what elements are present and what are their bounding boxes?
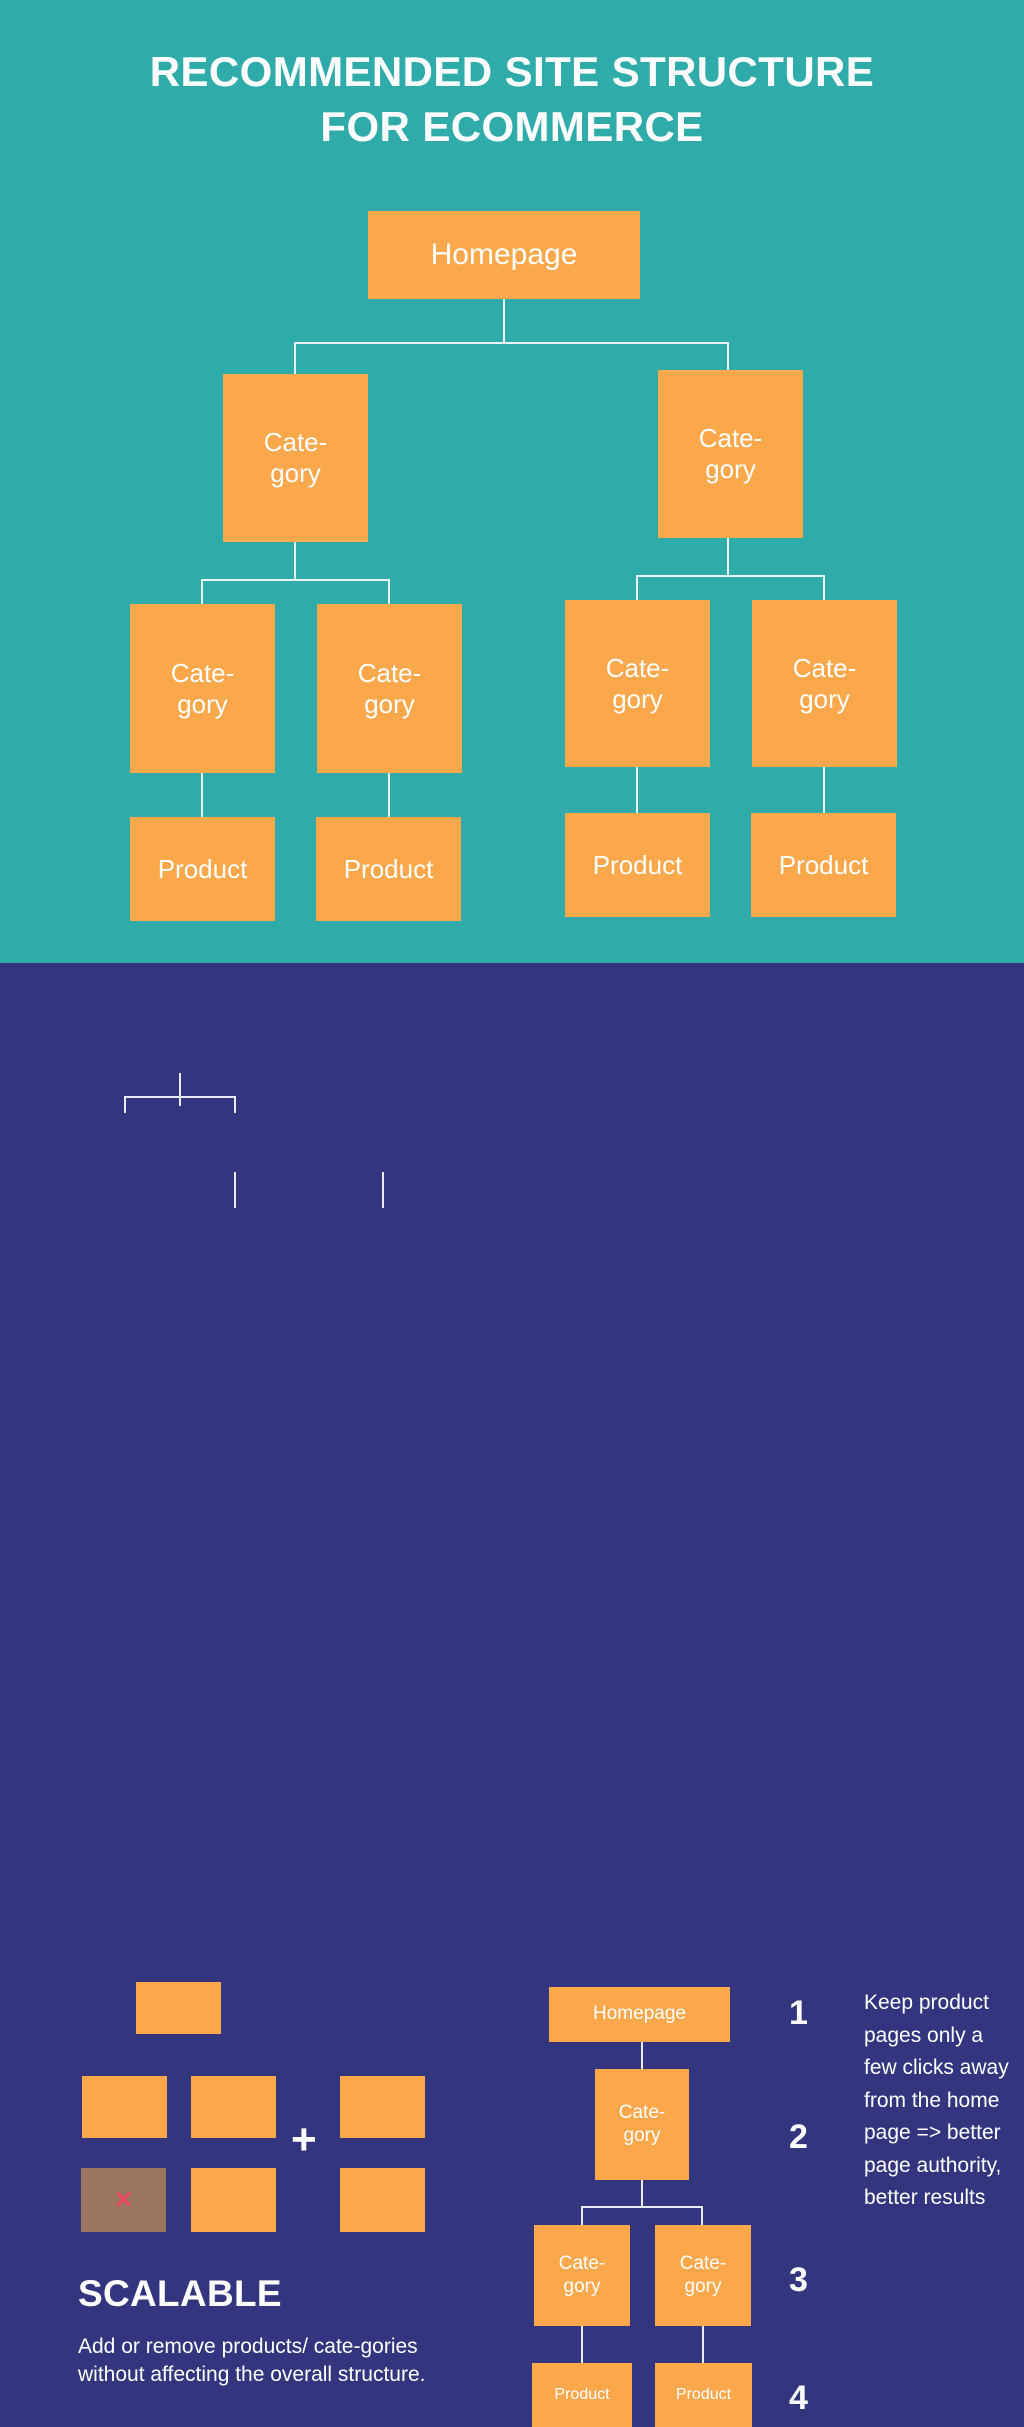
step-number-2: 2 <box>789 2118 808 2156</box>
dp-connector-cat2-prod2 <box>702 2325 704 2365</box>
connector-bus-to-cat-left <box>294 342 296 375</box>
page-title-line-1: RECOMMENDED SITE STRUCTURE <box>149 48 875 95</box>
node-category-l3-4[interactable]: Cate- gory <box>752 600 897 767</box>
top-section: RECOMMENDED SITE STRUCTURE FOR ECOMMERCE… <box>0 0 1024 963</box>
dp-node-category-l3-2[interactable]: Cate- gory <box>655 2225 751 2326</box>
node-product-2[interactable]: Product <box>316 817 461 921</box>
connector-cat-left-down <box>294 542 296 580</box>
sc-node-child-2-product[interactable] <box>191 2168 276 2232</box>
node-product-3[interactable]: Product <box>565 813 710 917</box>
sc-connector-addon-link <box>382 1172 384 1208</box>
connector-subcat1-product1 <box>201 773 203 818</box>
sc-connector-root-down <box>179 1073 181 1106</box>
connector-cat-left-child-2 <box>388 579 390 604</box>
dp-connector-bus-left <box>581 2206 583 2226</box>
connector-subcat2-product2 <box>388 773 390 818</box>
connector-cat-right-child-2 <box>823 575 825 601</box>
dp-connector-cat-bus <box>641 2179 643 2207</box>
dp-node-product-1[interactable]: Product <box>532 2363 632 2427</box>
page-title-line-2: FOR ECOMMERCE <box>320 103 704 151</box>
scalable-heading: SCALABLE <box>78 2273 282 2314</box>
page-title: RECOMMENDED SITE STRUCTURE FOR ECOMMERCE <box>0 44 1024 155</box>
dp-connector-bus <box>581 2206 702 2208</box>
dp-connector-home-cat <box>641 2041 643 2069</box>
dp-node-homepage[interactable]: Homepage <box>549 1987 730 2042</box>
sc-node-addon-child[interactable] <box>340 2168 425 2232</box>
step-number-4: 4 <box>789 2379 808 2417</box>
scalable-description: Add or remove products/ cate-gories with… <box>78 2335 426 2386</box>
bottom-section: × + SCALABLE Add or remove products/ cat… <box>0 963 1024 2427</box>
dp-node-category-l3-1[interactable]: Cate- gory <box>534 2225 630 2326</box>
sc-connector-bus-right <box>234 1096 236 1113</box>
sc-connector-mid-to-bottom <box>234 1172 236 1208</box>
sc-node-child-1[interactable] <box>82 2076 167 2138</box>
plus-icon: + <box>291 2115 317 2164</box>
connector-cat-left-bus <box>201 579 389 581</box>
sc-node-addon-parent[interactable] <box>340 2076 425 2138</box>
node-category-l2-1[interactable]: Cate- gory <box>223 374 368 542</box>
sc-connector-bus-left <box>124 1096 126 1113</box>
step-number-3: 3 <box>789 2261 808 2299</box>
node-product-1[interactable]: Product <box>130 817 275 921</box>
sc-node-child-2[interactable] <box>191 2076 276 2138</box>
connector-subcat4-product4 <box>823 767 825 814</box>
connector-cat-right-child-1 <box>636 575 638 601</box>
depth-explanation-text: Keep product pages only a few clicks awa… <box>864 1991 1009 2210</box>
connector-root-bus <box>294 342 728 344</box>
dp-connector-cat1-prod1 <box>581 2325 583 2365</box>
connector-cat-left-child-1 <box>201 579 203 604</box>
node-category-l3-1[interactable]: Cate- gory <box>130 604 275 773</box>
step-number-1: 1 <box>789 1994 808 2032</box>
node-category-l3-3[interactable]: Cate- gory <box>565 600 710 767</box>
node-homepage[interactable]: Homepage <box>368 211 640 299</box>
dp-connector-bus-right <box>701 2206 703 2226</box>
connector-cat-right-bus <box>636 575 824 577</box>
dp-node-category-l2[interactable]: Cate- gory <box>595 2069 689 2180</box>
connector-root-down <box>503 299 505 343</box>
connector-subcat3-product3 <box>636 767 638 814</box>
sc-connector-bus <box>124 1096 236 1098</box>
connector-cat-right-down <box>727 538 729 576</box>
close-icon: × <box>114 2183 133 2216</box>
node-product-4[interactable]: Product <box>751 813 896 917</box>
dp-node-product-2[interactable]: Product <box>655 2363 752 2427</box>
node-category-l3-2[interactable]: Cate- gory <box>317 604 462 773</box>
sc-node-root[interactable] <box>136 1982 221 2034</box>
node-category-l2-2[interactable]: Cate- gory <box>658 370 803 538</box>
